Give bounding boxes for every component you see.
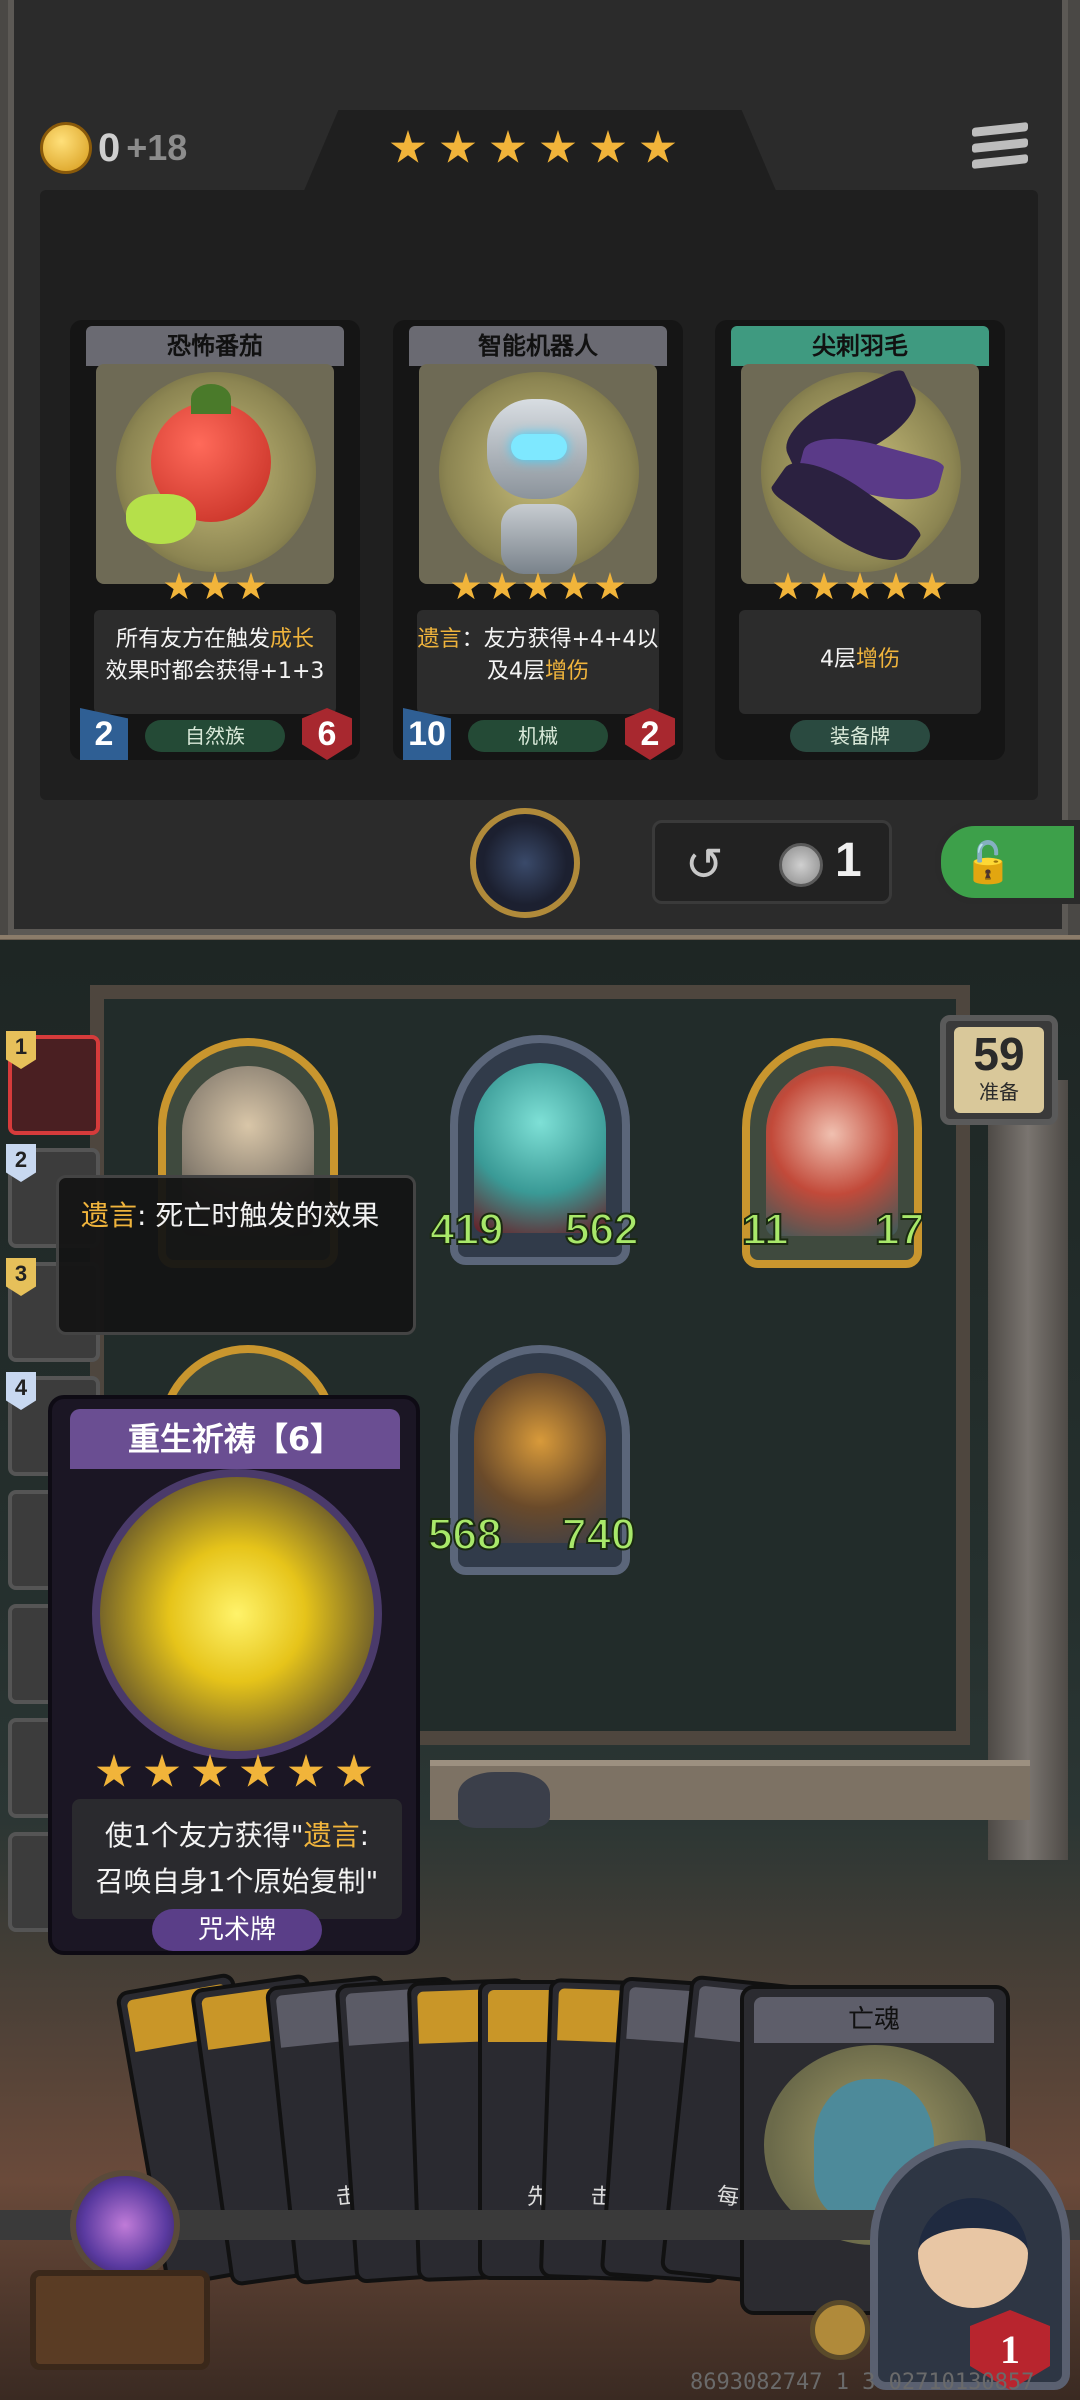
card-stars bbox=[393, 572, 683, 602]
crystal-orb-icon bbox=[70, 2170, 180, 2280]
star-icon bbox=[288, 1754, 324, 1787]
gold-income: +18 bbox=[126, 127, 188, 168]
lock-icon: 🔓 bbox=[963, 840, 1013, 886]
card-stars bbox=[70, 572, 360, 602]
gold-value: 0 bbox=[98, 125, 121, 170]
hero-face bbox=[918, 2198, 1028, 2308]
spell-description: 使1个友方获得"遗言: 召唤自身1个原始复制" bbox=[72, 1799, 402, 1919]
star-icon bbox=[192, 1754, 228, 1787]
pillar-decoration bbox=[988, 1080, 1068, 1860]
menu-bar-icon bbox=[972, 138, 1028, 153]
queue-number: 2 bbox=[6, 1144, 36, 1182]
star-icon bbox=[390, 130, 426, 163]
unit-health: 562 bbox=[564, 1203, 645, 1259]
ghost-card-title: 亡魂 bbox=[754, 1997, 994, 2043]
freeze-shop-button[interactable]: 🔓 bbox=[935, 820, 1080, 904]
queue-number: 3 bbox=[6, 1258, 36, 1296]
queue-number: 1 bbox=[6, 1031, 36, 1069]
star-icon bbox=[809, 572, 839, 600]
star-icon bbox=[240, 1754, 276, 1787]
star-icon bbox=[440, 130, 476, 163]
card-art bbox=[96, 364, 334, 584]
silver-coin-icon bbox=[779, 843, 823, 887]
attack-stat: 2 bbox=[80, 708, 128, 760]
star-icon bbox=[490, 130, 526, 163]
tavern-tier-stars bbox=[390, 130, 676, 166]
star-icon bbox=[640, 130, 676, 163]
card-description: 遗言：友方获得+4+4以及4层增伤 bbox=[417, 610, 659, 714]
queue-slot[interactable]: 1 bbox=[6, 1031, 100, 1135]
spell-type-badge: 咒术牌 bbox=[152, 1909, 322, 1951]
card-description: 4层增伤 bbox=[739, 610, 981, 714]
menu-bar-icon bbox=[972, 122, 1028, 137]
queue-number: 4 bbox=[6, 1372, 36, 1410]
card-art bbox=[419, 364, 657, 584]
shop-card-spike-feather[interactable]: 尖刺羽毛 4层增伤 装备牌 bbox=[715, 320, 1005, 760]
refresh-icon[interactable]: ↺ bbox=[685, 839, 735, 889]
skull-cup-icon bbox=[126, 494, 196, 544]
shop-panel: 0 +18 恐怖番茄 所有友方在触发成长 效果时都会获得+1+3 自然族 2 6 bbox=[0, 0, 1080, 940]
tooltip-keyword: 遗言 bbox=[81, 1199, 138, 1232]
health-stat: 2 bbox=[625, 708, 675, 760]
star-icon bbox=[845, 572, 875, 600]
spell-title: 重生祈祷【6】 bbox=[70, 1409, 400, 1469]
star-icon bbox=[200, 572, 230, 600]
unit-health: 17 bbox=[873, 1203, 930, 1259]
pocket-watch-icon[interactable] bbox=[470, 808, 580, 918]
cat-icon bbox=[458, 1772, 550, 1828]
card-tribe: 自然族 bbox=[145, 720, 285, 752]
discover-chest[interactable] bbox=[10, 2150, 230, 2370]
refresh-cost: 1 bbox=[835, 834, 862, 887]
star-icon bbox=[595, 572, 625, 600]
prep-timer-sign: 59 准备 bbox=[940, 1015, 1058, 1125]
star-icon bbox=[559, 572, 589, 600]
card-stars bbox=[715, 572, 1005, 602]
prep-label: 准备 bbox=[979, 1080, 1019, 1104]
star-icon bbox=[590, 130, 626, 163]
card-title: 尖刺羽毛 bbox=[731, 326, 989, 366]
spell-stars bbox=[52, 1754, 416, 1790]
menu-button[interactable] bbox=[972, 122, 1028, 179]
resurrection-art-icon bbox=[92, 1469, 382, 1759]
hero-power-icon[interactable] bbox=[810, 2300, 870, 2360]
star-icon bbox=[881, 572, 911, 600]
gold-counter: 0 +18 bbox=[40, 122, 187, 174]
unit-attack: 419 bbox=[423, 1203, 504, 1259]
prep-countdown: 59 bbox=[973, 1028, 1025, 1080]
unit-attack: 568 bbox=[421, 1508, 502, 1564]
shop-card-smart-robot[interactable]: 智能机器人 遗言：友方获得+4+4以及4层增伤 机械 10 2 bbox=[393, 320, 683, 760]
unit-attack: 11 bbox=[736, 1203, 792, 1259]
chest-icon bbox=[30, 2270, 210, 2370]
attack-stat: 10 bbox=[403, 708, 451, 760]
unit-health: 740 bbox=[561, 1508, 642, 1564]
crown-coin-icon bbox=[40, 122, 92, 174]
health-stat: 6 bbox=[302, 708, 352, 760]
tooltip-text: : 死亡时触发的效果 bbox=[137, 1199, 380, 1232]
star-icon bbox=[236, 572, 266, 600]
card-tribe: 装备牌 bbox=[790, 720, 930, 752]
shop-card-scary-tomato[interactable]: 恐怖番茄 所有友方在触发成长 效果时都会获得+1+3 自然族 2 6 bbox=[70, 320, 360, 760]
star-icon bbox=[917, 572, 947, 600]
card-description: 所有友方在触发成长 效果时都会获得+1+3 bbox=[94, 610, 336, 714]
keyword-tooltip: 遗言: 死亡时触发的效果 bbox=[56, 1175, 416, 1335]
refresh-panel[interactable]: ↺ 1 bbox=[652, 820, 892, 904]
build-watermark: 8693082747 1 3 02710130857 bbox=[690, 2370, 1035, 2395]
star-icon bbox=[144, 1754, 180, 1787]
card-art bbox=[741, 364, 979, 584]
star-icon bbox=[540, 130, 576, 163]
star-icon bbox=[164, 572, 194, 600]
star-icon bbox=[487, 572, 517, 600]
star-icon bbox=[451, 572, 481, 600]
card-title: 恐怖番茄 bbox=[86, 326, 344, 366]
star-icon bbox=[336, 1754, 372, 1787]
card-tribe: 机械 bbox=[468, 720, 608, 752]
star-icon bbox=[773, 572, 803, 600]
menu-bar-icon bbox=[972, 154, 1028, 169]
star-icon bbox=[96, 1754, 132, 1787]
card-title: 智能机器人 bbox=[409, 326, 667, 366]
spell-card-detail[interactable]: 重生祈祷【6】 使1个友方获得"遗言: 召唤自身1个原始复制" 咒术牌 bbox=[48, 1395, 420, 1955]
star-icon bbox=[523, 572, 553, 600]
